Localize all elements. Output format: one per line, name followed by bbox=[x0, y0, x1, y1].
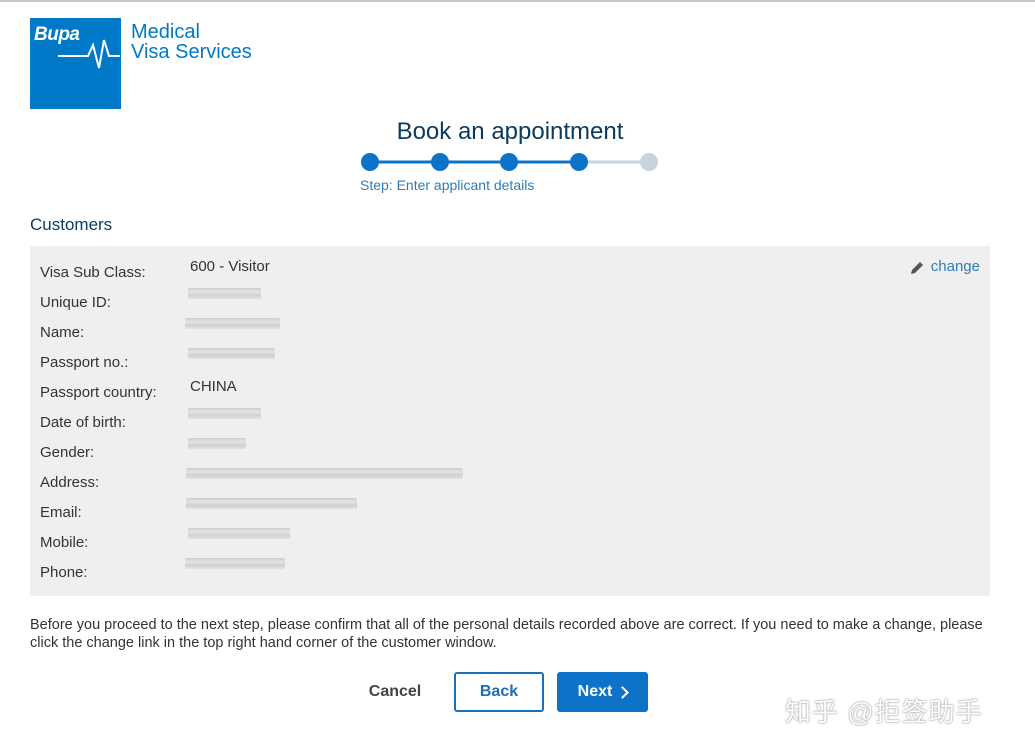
step-caption: Step: Enter applicant details bbox=[360, 177, 535, 193]
row-address: Address: bbox=[30, 468, 990, 492]
redacted-passport-no bbox=[188, 348, 275, 359]
redacted-mobile bbox=[188, 528, 290, 539]
label-date-of-birth: Date of birth: bbox=[40, 414, 126, 431]
label-address: Address: bbox=[40, 474, 100, 491]
customers-heading: Customers bbox=[30, 215, 113, 234]
row-date-of-birth: Date of birth: bbox=[30, 408, 990, 432]
label-phone: Phone: bbox=[40, 564, 88, 581]
value-passport-country: CHINA bbox=[190, 378, 237, 395]
redacted-gender bbox=[188, 438, 246, 449]
redacted-phone bbox=[185, 558, 285, 569]
label-gender: Gender: bbox=[40, 444, 95, 461]
customer-details-panel: change Visa Sub Class: 600 - Visitor Uni… bbox=[30, 246, 990, 596]
row-passport-no: Passport no.: bbox=[30, 348, 990, 372]
label-email: Email: bbox=[40, 504, 82, 521]
label-passport-no: Passport no.: bbox=[40, 354, 129, 371]
bupa-logo[interactable]: Bupa bbox=[30, 18, 121, 109]
row-phone: Phone: bbox=[30, 558, 990, 582]
back-button[interactable]: Back bbox=[454, 672, 544, 712]
next-button[interactable]: Next bbox=[557, 672, 648, 712]
row-name: Name: bbox=[30, 318, 990, 342]
next-button-label: Next bbox=[577, 683, 613, 700]
row-email: Email: bbox=[30, 498, 990, 522]
row-unique-id: Unique ID: bbox=[30, 288, 990, 312]
redacted-date-of-birth bbox=[188, 408, 261, 419]
step-dot-1 bbox=[361, 153, 379, 171]
step-dot-5 bbox=[640, 153, 658, 171]
row-mobile: Mobile: bbox=[30, 528, 990, 552]
row-visa-subclass: Visa Sub Class: 600 - Visitor bbox=[30, 258, 990, 282]
watermark: 知乎 @拒签助手 bbox=[785, 697, 983, 727]
label-name: Name: bbox=[40, 324, 85, 341]
confirmation-notice: Before you proceed to the next step, ple… bbox=[30, 617, 983, 651]
step-dot-2 bbox=[431, 153, 449, 171]
value-visa-subclass: 600 - Visitor bbox=[190, 258, 270, 275]
step-dot-4 bbox=[570, 153, 588, 171]
row-gender: Gender: bbox=[30, 438, 990, 462]
step-dot-3 bbox=[500, 153, 518, 171]
chevron-right-icon bbox=[616, 686, 630, 699]
brand-name-line1: Medical bbox=[131, 21, 200, 43]
page-title: Book an appointment bbox=[396, 118, 624, 145]
redacted-email bbox=[186, 498, 357, 509]
heartbeat-icon bbox=[58, 39, 120, 69]
label-unique-id: Unique ID: bbox=[40, 294, 111, 311]
redacted-address bbox=[186, 468, 463, 479]
brand-name-line2: Visa Services bbox=[131, 41, 252, 63]
top-border bbox=[0, 0, 1035, 2]
label-visa-subclass: Visa Sub Class: bbox=[40, 264, 146, 281]
label-mobile: Mobile: bbox=[40, 534, 89, 551]
label-passport-country: Passport country: bbox=[40, 384, 157, 401]
redacted-name bbox=[185, 318, 280, 329]
row-passport-country: Passport country: CHINA bbox=[30, 378, 990, 402]
progress-stepper bbox=[361, 153, 658, 171]
cancel-button[interactable]: Cancel bbox=[355, 680, 435, 704]
redacted-unique-id bbox=[188, 288, 261, 299]
